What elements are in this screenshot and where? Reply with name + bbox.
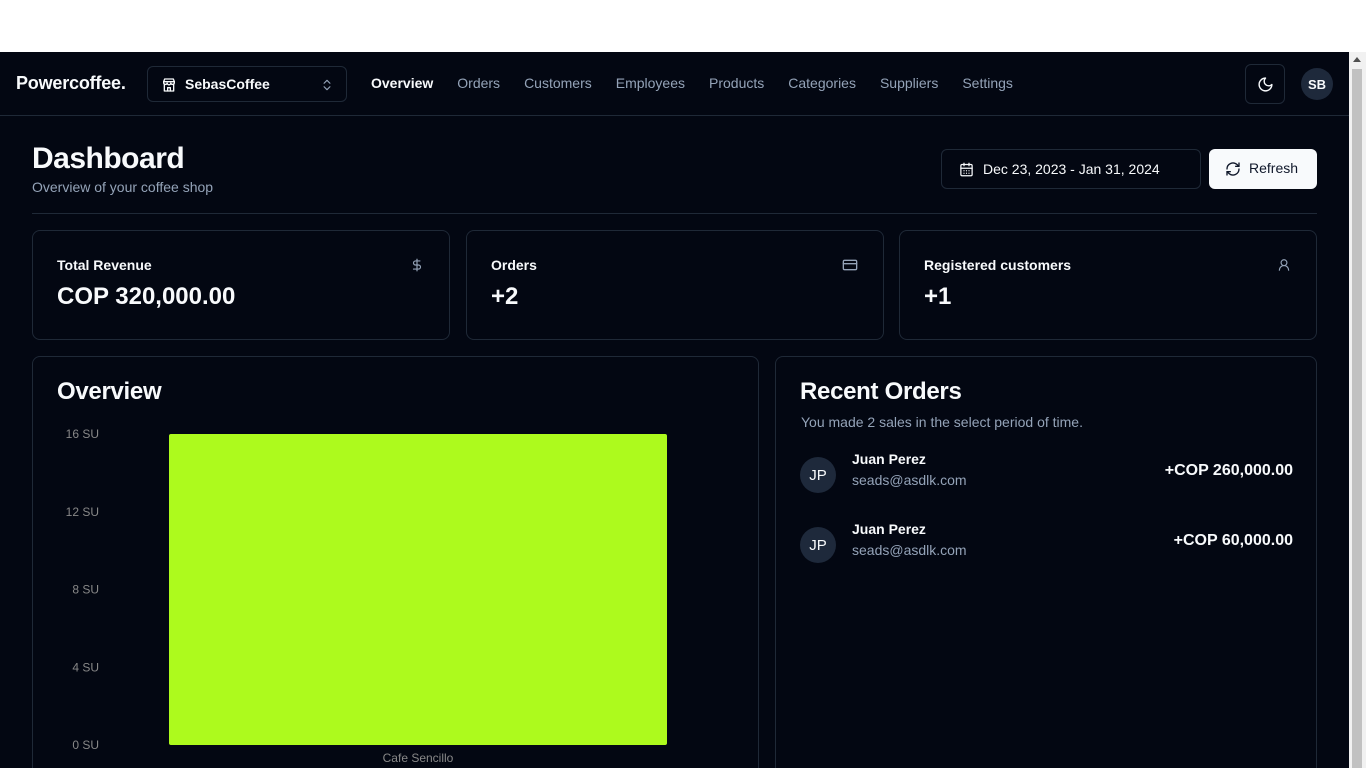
stat-value: COP 320,000.00 xyxy=(57,283,236,310)
customer-name: Juan Perez xyxy=(852,451,926,467)
date-range-picker[interactable]: Dec 23, 2023 - Jan 31, 2024 xyxy=(941,149,1201,189)
order-row: JP Juan Perez seads@asdlk.com +COP 260,0… xyxy=(800,451,1293,497)
stat-card-customers: Registered customers +1 xyxy=(899,230,1317,340)
nav-customers[interactable]: Customers xyxy=(524,75,592,91)
refresh-button[interactable]: Refresh xyxy=(1209,149,1317,189)
nav-settings[interactable]: Settings xyxy=(962,75,1013,91)
refresh-label: Refresh xyxy=(1249,160,1299,176)
calendar-icon xyxy=(960,162,973,177)
stat-card-orders: Orders +2 xyxy=(466,230,884,340)
dollar-icon xyxy=(412,258,422,272)
customer-email: seads@asdlk.com xyxy=(852,472,967,488)
header-separator xyxy=(32,213,1317,214)
y-tick-label: 12 SU xyxy=(66,505,99,519)
nav-products[interactable]: Products xyxy=(709,75,764,91)
chevrons-up-down-icon xyxy=(323,79,331,91)
scrollbar-thumb[interactable] xyxy=(1352,69,1362,768)
brand-logo[interactable]: Powercoffee. xyxy=(16,73,126,94)
customer-avatar: JP xyxy=(800,527,836,563)
recent-orders-card: Recent Orders You made 2 sales in the se… xyxy=(775,356,1317,768)
y-tick-label: 4 SU xyxy=(72,660,99,674)
nav-employees[interactable]: Employees xyxy=(616,75,685,91)
refresh-icon xyxy=(1226,162,1240,176)
stat-label: Registered customers xyxy=(924,257,1072,273)
nav-suppliers[interactable]: Suppliers xyxy=(880,75,938,91)
credit-card-icon xyxy=(842,259,858,271)
stat-label: Total Revenue xyxy=(57,257,152,273)
overview-card: Overview 0 SU 4 SU 8 SU 12 SU 16 SU Cafe Senc… xyxy=(32,356,759,768)
page-subtitle: Overview of your coffee shop xyxy=(32,179,214,195)
user-avatar[interactable]: SB xyxy=(1301,68,1333,100)
order-amount: +COP 60,000.00 xyxy=(1173,532,1293,549)
moon-icon xyxy=(1258,77,1273,92)
store-name: SebasCoffee xyxy=(185,76,270,92)
scroll-up-arrow-icon[interactable] xyxy=(1353,57,1361,62)
order-row: JP Juan Perez seads@asdlk.com +COP 60,00… xyxy=(800,521,1293,567)
overview-bar-chart: 0 SU 4 SU 8 SU 12 SU 16 SU Cafe Sencillo xyxy=(66,427,667,765)
customer-name: Juan Perez xyxy=(852,521,926,537)
app-root: Powercoffee. SebasCoffee Overview Orders… xyxy=(0,52,1349,768)
stat-value: +2 xyxy=(491,283,519,310)
store-switcher[interactable]: SebasCoffee xyxy=(147,66,347,102)
x-tick-label: Cafe Sencillo xyxy=(383,751,454,765)
vertical-scrollbar[interactable] xyxy=(1349,52,1366,768)
store-icon xyxy=(163,78,175,92)
page-title: Dashboard xyxy=(32,142,185,175)
date-range-text: Dec 23, 2023 - Jan 31, 2024 xyxy=(983,161,1160,177)
user-icon xyxy=(1278,259,1290,271)
nav-overview[interactable]: Overview xyxy=(371,75,433,91)
stat-label: Orders xyxy=(491,257,537,273)
top-navbar: Powercoffee. SebasCoffee Overview Orders… xyxy=(0,52,1349,116)
y-tick-label: 16 SU xyxy=(66,427,99,441)
nav-categories[interactable]: Categories xyxy=(788,75,856,91)
main-nav: Overview Orders Customers Employees Prod… xyxy=(371,75,1037,91)
theme-toggle-button[interactable] xyxy=(1245,64,1285,104)
order-amount: +COP 260,000.00 xyxy=(1164,462,1293,479)
customer-email: seads@asdlk.com xyxy=(852,542,967,558)
stat-card-revenue: Total Revenue COP 320,000.00 xyxy=(32,230,450,340)
chart-bar[interactable] xyxy=(169,434,667,745)
recent-orders-description: You made 2 sales in the select period of… xyxy=(801,414,1083,430)
customer-avatar: JP xyxy=(800,457,836,493)
nav-orders[interactable]: Orders xyxy=(457,75,500,91)
recent-orders-title: Recent Orders xyxy=(800,378,962,405)
y-tick-label: 0 SU xyxy=(72,738,99,752)
y-tick-label: 8 SU xyxy=(72,583,99,597)
stat-value: +1 xyxy=(924,283,952,310)
